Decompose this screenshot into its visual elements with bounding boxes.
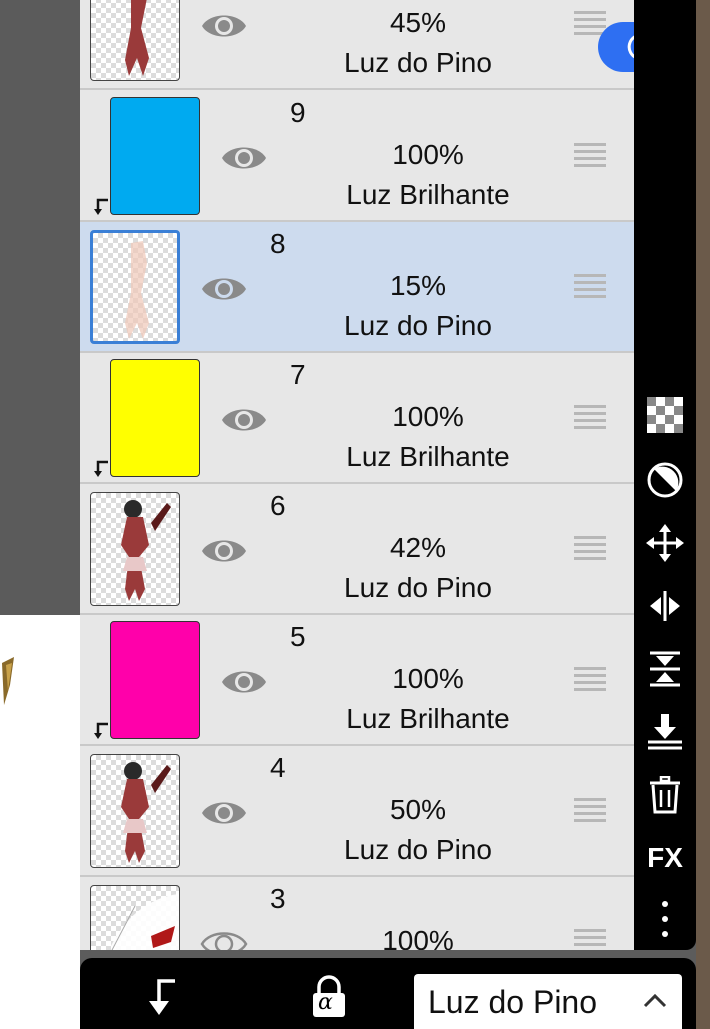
- clipping-icon: [149, 979, 175, 1015]
- layer-number: 7: [290, 359, 306, 390]
- drag-handle-icon[interactable]: [574, 143, 606, 167]
- transparency-button[interactable]: [644, 394, 686, 436]
- layer-blend-mode: Luz do Pino: [344, 834, 492, 865]
- move-button[interactable]: [644, 522, 686, 564]
- layer-opacity: 100%: [392, 139, 464, 170]
- eye-icon[interactable]: [200, 265, 248, 313]
- contrast-icon: [647, 462, 683, 498]
- layer-number: 3: [270, 883, 286, 914]
- layer-number: 8: [270, 228, 286, 259]
- layer-thumbnail: [110, 97, 200, 215]
- clipping-arrow-icon: [94, 722, 108, 739]
- layer-thumbnail: [90, 230, 180, 344]
- transparency-icon: [647, 397, 683, 433]
- layer-thumbnail: [110, 359, 200, 477]
- eye-icon[interactable]: [220, 658, 268, 706]
- eye-icon[interactable]: [200, 789, 248, 837]
- layer-thumbnail: [90, 885, 180, 950]
- eye-hidden-icon[interactable]: [200, 920, 248, 950]
- blend-mode-select[interactable]: Luz do Pino: [414, 974, 682, 1029]
- eye-icon[interactable]: [220, 396, 268, 444]
- layer-row[interactable]: 3 100%: [80, 877, 634, 950]
- flip-vertical-button[interactable]: [644, 648, 686, 690]
- eye-icon[interactable]: [200, 2, 248, 50]
- contrast-button[interactable]: [644, 459, 686, 501]
- layer-blend-mode: Luz Brilhante: [346, 703, 510, 734]
- alpha-symbol: α: [318, 990, 333, 1015]
- chevron-up-icon: [643, 993, 667, 1008]
- layer-thumbnail: [90, 0, 180, 81]
- clipping-arrow-icon: [94, 460, 108, 477]
- merge-down-icon: [648, 714, 682, 750]
- layer-thumbnail: [90, 492, 180, 606]
- alpha-lock-button[interactable]: α: [304, 972, 354, 1022]
- layer-opacity: 100%: [392, 663, 464, 694]
- layer-opacity: 42%: [389, 532, 447, 563]
- more-icon: [662, 901, 668, 937]
- layer-panel: 45% Luz do Pino 9 100% Luz Brilhante 8 1…: [80, 0, 634, 950]
- trash-icon: [650, 776, 680, 814]
- drag-handle-icon[interactable]: [574, 929, 606, 950]
- drag-handle-icon[interactable]: [574, 405, 606, 429]
- fx-button[interactable]: FX: [644, 837, 686, 879]
- clipping-arrow-icon: [94, 198, 108, 215]
- layer-row-selected[interactable]: 8 15% Luz do Pino: [80, 222, 634, 353]
- layer-number: 4: [270, 752, 286, 783]
- layer-number: 6: [270, 490, 286, 521]
- delete-button[interactable]: [644, 774, 686, 816]
- drag-handle-icon[interactable]: [574, 11, 606, 35]
- flip-horizontal-button[interactable]: [644, 585, 686, 627]
- canvas-artwork-fragment: [2, 657, 14, 705]
- drag-handle-icon[interactable]: [574, 536, 606, 560]
- layer-blend-mode: Luz Brilhante: [346, 441, 510, 472]
- flip-horizontal-icon: [650, 591, 680, 621]
- layer-blend-mode: Luz Brilhante: [346, 179, 510, 210]
- eye-icon[interactable]: [200, 527, 248, 575]
- layer-row[interactable]: 4 50% Luz do Pino: [80, 746, 634, 877]
- layer-opacity: 50%: [389, 794, 447, 825]
- drag-handle-icon[interactable]: [574, 274, 606, 298]
- drag-handle-icon[interactable]: [574, 667, 606, 691]
- layer-thumbnail: [90, 754, 180, 868]
- layer-bottom-bar: α Luz do Pino: [80, 958, 696, 1029]
- layer-opacity: 100%: [382, 925, 454, 950]
- layer-number: 9: [290, 97, 306, 128]
- layer-toolbar: FX: [634, 0, 696, 950]
- flip-vertical-icon: [650, 651, 680, 687]
- layer-row[interactable]: 7 100% Luz Brilhante: [80, 353, 634, 484]
- layer-opacity: 100%: [392, 401, 464, 432]
- clipping-button[interactable]: [138, 972, 188, 1022]
- layer-blend-mode: Luz do Pino: [344, 572, 492, 603]
- merge-down-button[interactable]: [644, 710, 686, 752]
- layer-opacity: 15%: [389, 270, 447, 301]
- move-icon: [646, 524, 684, 562]
- layer-number: 5: [290, 621, 306, 652]
- layer-row[interactable]: 45% Luz do Pino: [80, 0, 634, 90]
- layer-row[interactable]: 6 42% Luz do Pino: [80, 484, 634, 615]
- layer-opacity: 45%: [389, 7, 447, 38]
- fx-icon: FX: [647, 842, 683, 873]
- layer-row[interactable]: 5 100% Luz Brilhante: [80, 615, 634, 746]
- layer-blend-mode: Luz do Pino: [344, 310, 492, 341]
- drag-handle-icon[interactable]: [574, 798, 606, 822]
- more-options-button[interactable]: [644, 898, 686, 940]
- canvas-edge-strip: [696, 0, 710, 1029]
- eye-icon[interactable]: [220, 134, 268, 182]
- blend-mode-value: Luz do Pino: [428, 984, 598, 1020]
- layer-row[interactable]: 9 100% Luz Brilhante: [80, 91, 634, 222]
- layer-blend-mode: Luz do Pino: [344, 47, 492, 78]
- layer-thumbnail: [110, 621, 200, 739]
